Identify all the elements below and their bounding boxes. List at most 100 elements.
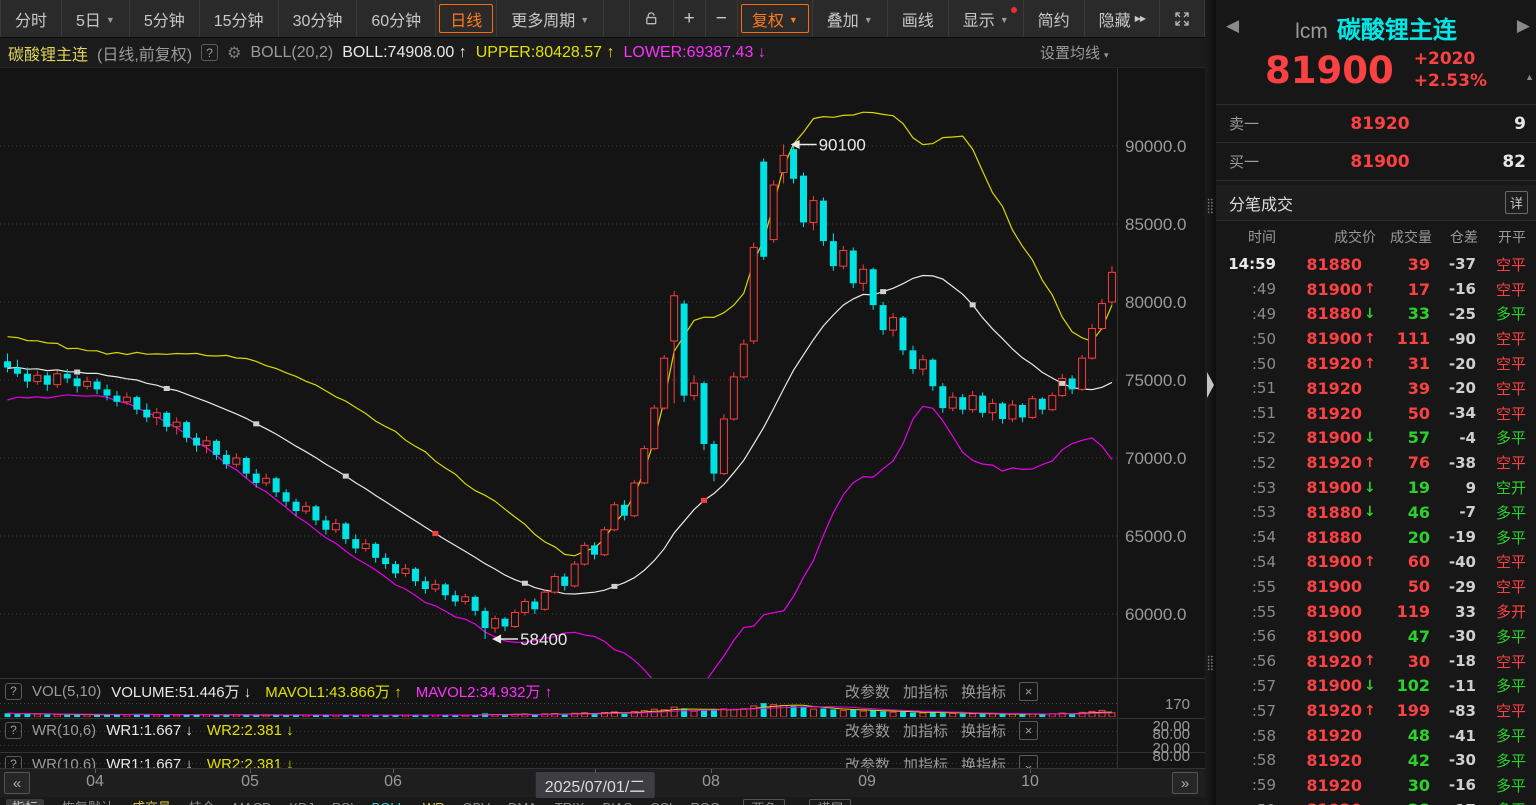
tick-row[interactable]: :5781920↑199-83空平 <box>1216 698 1536 723</box>
change-params-link[interactable]: 改参数 <box>845 754 890 768</box>
tick-row[interactable]: :5381900↓199空开 <box>1216 475 1536 500</box>
indicator-shortcut-WR[interactable]: WR <box>423 799 445 805</box>
indicator-shortcut-BIAS[interactable]: BIAS <box>602 799 632 805</box>
tick-row[interactable]: :588192042-30多平 <box>1216 748 1536 773</box>
indicator-shortcut-RSI[interactable]: RSI <box>332 799 354 805</box>
add-indicator-link[interactable]: 加指标 <box>903 720 948 741</box>
col-openclose: 开平 <box>1478 227 1528 247</box>
contract-name: 碳酸锂主连 <box>1337 10 1457 45</box>
add-indicator-link[interactable]: 加指标 <box>903 681 948 702</box>
scroll-right-button[interactable]: » <box>1172 772 1198 794</box>
indicator-shortcut-两色[interactable]: 两色 <box>743 799 785 805</box>
indicator-shortcut-持仓[interactable]: 持仓 <box>189 799 215 805</box>
switch-indicator-link[interactable]: 换指标 <box>961 681 1006 702</box>
price-tick-label: 65000.0 <box>1125 527 1197 547</box>
price-change: +2020+2.53% <box>1414 49 1487 92</box>
expand-icon-button[interactable] <box>1160 0 1205 37</box>
tick-row[interactable]: :568190047-30多平 <box>1216 624 1536 649</box>
tick-row[interactable]: :518192039-20空平 <box>1216 376 1536 401</box>
toolbar-button-zoom-out[interactable]: − <box>706 0 738 37</box>
close-icon[interactable]: × <box>1019 721 1038 740</box>
toolbar-button-zoom-in[interactable]: + <box>674 0 706 37</box>
tick-row[interactable]: :518192050-34空平 <box>1216 401 1536 426</box>
prev-contract-arrow-icon[interactable]: ◀ <box>1226 16 1239 36</box>
candlestick-chart[interactable]: 9010058400 <box>0 68 1205 768</box>
change-params-link[interactable]: 改参数 <box>845 720 890 741</box>
tick-openclose-flag: 空平 <box>1476 551 1528 572</box>
tick-row[interactable]: :548188020-19多平 <box>1216 525 1536 550</box>
help-icon[interactable]: ? <box>5 722 22 739</box>
tick-row[interactable]: :4981900↑17-16空平 <box>1216 277 1536 302</box>
toolbar-button-more-periods[interactable]: 更多周期▼ <box>497 0 604 37</box>
indicator-shortcut-成交量[interactable]: 成交量 <box>132 799 171 805</box>
scroll-left-button[interactable]: « <box>4 772 30 794</box>
indicator-shortcut-TRIX[interactable]: TRIX <box>555 799 585 805</box>
tick-row[interactable]: :5681920↑30-18空平 <box>1216 649 1536 674</box>
collapse-panel-arrow-icon[interactable] <box>1207 372 1214 398</box>
scroll-top-arrow-icon[interactable]: ▲ <box>1525 72 1534 82</box>
tick-row[interactable]: :5081900↑111-90空平 <box>1216 326 1536 351</box>
indicator-shortcut-OBV[interactable]: OBV <box>463 799 490 805</box>
drag-handle[interactable] <box>1207 655 1214 671</box>
toolbar-button-overlay[interactable]: 叠加▼ <box>813 0 888 37</box>
tick-row[interactable]: :5381880↓46-7多平 <box>1216 500 1536 525</box>
indicator-shortcut-MACD[interactable]: MACD <box>233 799 271 805</box>
indicator-shortcut-指标[interactable]: 指标 <box>6 799 44 805</box>
bid-row[interactable]: 买一 81900 82 <box>1216 143 1536 181</box>
tick-row[interactable]: :558190011933多开 <box>1216 599 1536 624</box>
tick-list[interactable]: 14:598188039-37空平:4981900↑17-16空平:498188… <box>1216 252 1536 805</box>
toolbar-button-daily[interactable]: 日线 <box>436 0 497 37</box>
toolbar-button-fuquan[interactable]: 复权▼ <box>738 0 813 37</box>
tick-row[interactable]: 14:598188039-37空平 <box>1216 252 1536 277</box>
tick-row[interactable]: :5281900↓57-4多平 <box>1216 426 1536 451</box>
chevron-down-icon: ▼ <box>864 15 873 25</box>
gear-icon[interactable]: ⚙ <box>227 43 241 63</box>
price-tick-label: 60000.0 <box>1125 605 1197 625</box>
tick-price: 81900 <box>1276 627 1362 646</box>
tick-row[interactable]: :598192028-17多平 <box>1216 798 1536 805</box>
tick-oi-change: -37 <box>1430 255 1476 273</box>
toolbar-button-display[interactable]: 显示▼ <box>949 0 1024 37</box>
panel-splitter[interactable] <box>1205 0 1216 805</box>
indicator-shortcut-ROC[interactable]: ROC <box>691 799 720 805</box>
switch-indicator-link[interactable]: 换指标 <box>961 720 1006 741</box>
toolbar-button-hide[interactable]: 隐藏▶▶ <box>1085 0 1160 37</box>
toolbar-button-simple[interactable]: 简约 <box>1024 0 1085 37</box>
close-icon[interactable]: × <box>1019 682 1038 701</box>
indicator-shortcut-BOLL[interactable]: BOLL <box>372 799 405 805</box>
tick-row[interactable]: :598192030-16多平 <box>1216 773 1536 798</box>
toolbar-button-draw-line[interactable]: 画线 <box>888 0 949 37</box>
tick-row[interactable]: :5081920↑31-20空平 <box>1216 351 1536 376</box>
collapse-icon[interactable]: ⌄ <box>1019 755 1038 768</box>
ask-row[interactable]: 卖一 81920 9 <box>1216 105 1536 143</box>
toolbar-button-15min[interactable]: 15分钟 <box>200 0 279 37</box>
indicator-shortcut-恢复默认[interactable]: 恢复默认 <box>62 799 114 805</box>
help-icon[interactable]: ? <box>201 44 218 61</box>
toolbar-button-minute[interactable]: 分时 <box>0 0 62 37</box>
indicator-shortcut-KDJ[interactable]: KDJ <box>289 799 314 805</box>
tick-row[interactable]: :588192048-41多平 <box>1216 723 1536 748</box>
add-indicator-link[interactable]: 加指标 <box>903 754 948 768</box>
tick-row[interactable]: :4981880↓33-25多平 <box>1216 302 1536 327</box>
ma-settings-button[interactable]: 设置均线▾ <box>1040 42 1109 63</box>
indicator-shortcut-DMA[interactable]: DMA <box>508 799 537 805</box>
toolbar-button-30min[interactable]: 30分钟 <box>279 0 358 37</box>
tick-row[interactable]: :558190050-29空平 <box>1216 574 1536 599</box>
change-params-link[interactable]: 改参数 <box>845 681 890 702</box>
detail-button[interactable]: 详 <box>1505 191 1528 214</box>
toolbar-button-5day[interactable]: 5日▼ <box>62 0 130 37</box>
indicator-shortcut-CCI[interactable]: CCI <box>650 799 672 805</box>
tick-row[interactable]: :5481900↑60-40空平 <box>1216 550 1536 575</box>
tick-row[interactable]: :5281920↑76-38空平 <box>1216 450 1536 475</box>
drag-handle[interactable] <box>1207 198 1214 214</box>
help-icon[interactable]: ? <box>5 756 22 769</box>
help-icon[interactable]: ? <box>5 683 22 700</box>
next-contract-arrow-icon[interactable]: ▶ <box>1517 16 1530 36</box>
switch-indicator-link[interactable]: 换指标 <box>961 754 1006 768</box>
toolbar-button-5min[interactable]: 5分钟 <box>130 0 200 37</box>
tick-row[interactable]: :5781900↓102-11多平 <box>1216 674 1536 699</box>
toolbar-button-60min[interactable]: 60分钟 <box>357 0 436 37</box>
indicator-shortcut-横屏[interactable]: 横屏 <box>809 799 851 805</box>
axis-tick <box>595 769 596 773</box>
lock-icon-button[interactable] <box>629 0 674 37</box>
